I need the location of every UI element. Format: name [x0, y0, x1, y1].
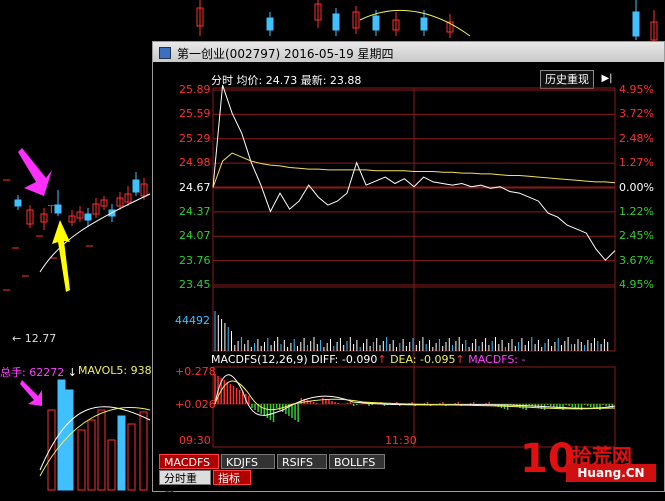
macd-header: MACDFS(12,26,9) DIFF: -0.090↑ DEA: -0.09…	[211, 353, 525, 366]
diff-up-arrow-icon: ↑	[377, 353, 387, 366]
watermark-sub: Huang.CN	[566, 464, 656, 482]
macd-macdfs: MACDFS: -	[468, 353, 526, 366]
macd-title: MACDFS(12,26,9)	[211, 353, 308, 366]
percent-axis-label: 4.95%	[619, 278, 654, 291]
price-axis-label: 24.67	[179, 180, 211, 194]
percent-axis-label: 1.22%	[619, 204, 654, 218]
price-axis-label: 24.07	[179, 229, 211, 243]
price-axis-label: 23.45	[179, 278, 211, 291]
price-low-label: ← 12.77	[12, 332, 57, 345]
percent-axis-label: 2.48%	[619, 131, 654, 145]
volume-bar	[107, 439, 116, 491]
watermark-logo: 10 拾荒网 Huang.CN	[520, 436, 660, 488]
magenta-arrow-icon	[20, 380, 42, 406]
price-axis-label: 24.98	[179, 156, 211, 170]
macd-axis-high: +0.278	[175, 365, 216, 378]
mavol-label: MAVOL5: 938	[78, 364, 152, 377]
price-axis-label: 24.37	[179, 204, 211, 218]
percent-axis-label: 0.00%	[619, 180, 654, 194]
time-mid: 11:30	[385, 434, 417, 447]
percent-axis-label: 2.45%	[619, 229, 654, 243]
macd-axis-low: +0.026	[175, 398, 216, 411]
time-start: 09:30	[179, 434, 211, 447]
candle-body	[14, 199, 22, 207]
yellow-arrow-icon	[52, 220, 70, 292]
price-axis-label: 25.29	[179, 131, 211, 145]
dea-up-arrow-icon: ↑	[455, 353, 465, 366]
volume-bar	[77, 429, 86, 491]
tab-indicator[interactable]: 指标	[213, 470, 251, 485]
volume-bar	[117, 415, 126, 491]
tab-kdjfs[interactable]: KDJFS	[221, 454, 275, 469]
timeshare-chart	[212, 85, 616, 448]
tab-rsifs[interactable]: RSIFS	[277, 454, 327, 469]
price-axis-label: 25.59	[179, 107, 211, 121]
volume-bar	[87, 419, 96, 491]
tip-letter: T	[48, 203, 55, 216]
candle-body	[372, 15, 380, 31]
candle-body	[54, 204, 62, 214]
magenta-arrow-icon	[18, 148, 52, 196]
candle-body	[420, 17, 428, 31]
candle-body	[632, 11, 640, 37]
candle-body	[266, 17, 274, 31]
volume-label: 总手: 62272 ↓	[0, 366, 77, 379]
tab-overlay[interactable]: 分时重叠	[159, 470, 211, 500]
tab-bollfs[interactable]: BOLLFS	[329, 454, 385, 469]
volume-bar	[65, 389, 74, 491]
macd-dea: DEA: -0.095	[390, 353, 456, 366]
volume-bar	[139, 411, 148, 491]
candle-body	[332, 13, 340, 31]
tab-macdfs[interactable]: MACDFS	[159, 454, 219, 469]
volume-bar	[97, 409, 106, 491]
percent-axis-label: 4.95%	[619, 83, 654, 96]
percent-axis-label: 3.67%	[619, 253, 654, 267]
volume-axis-label: 44492	[175, 314, 210, 327]
timeshare-window[interactable]: 第一创业(002797) 2016-05-19 星期四 分时 均价: 24.73…	[152, 41, 665, 500]
price-axis-label: 23.76	[179, 253, 211, 267]
percent-axis-label: 1.27%	[619, 156, 654, 170]
candle-body	[84, 213, 92, 221]
percent-axis-label: 3.72%	[619, 107, 654, 121]
macd-diff: DIFF: -0.090	[311, 353, 378, 366]
price-axis-label: 25.89	[179, 83, 211, 96]
volume-bar	[127, 423, 136, 491]
candle-body	[132, 179, 140, 193]
